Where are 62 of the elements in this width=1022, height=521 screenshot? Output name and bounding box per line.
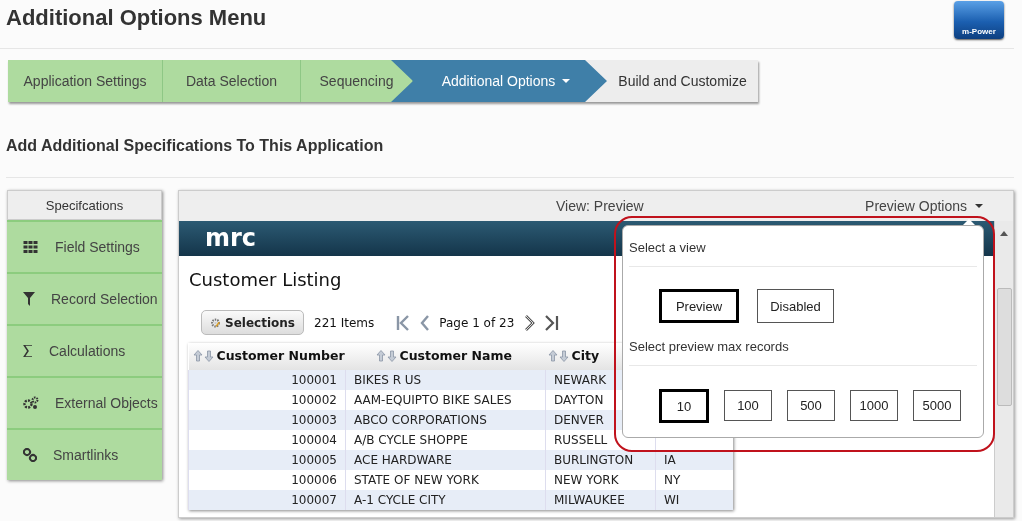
- table-cell: 100007: [188, 490, 346, 510]
- sidebar-item[interactable]: External Objects: [7, 376, 162, 428]
- wizard-step[interactable]: Data Selection: [163, 60, 301, 102]
- record-limit-option[interactable]: 500: [787, 390, 835, 421]
- table-cell: A-1 CYCLE CITY: [345, 490, 546, 510]
- selections-button[interactable]: Selections: [201, 310, 304, 335]
- table-cell: BIKES R US: [345, 370, 546, 390]
- sidebar-item[interactable]: Field Settings: [7, 220, 162, 272]
- sigma-icon: [23, 345, 33, 357]
- sidebar-item-label: Calculations: [49, 343, 126, 359]
- popup-heading: Select a view: [629, 240, 707, 255]
- grid-icon: [23, 241, 39, 253]
- link-icon: [23, 448, 37, 462]
- table-cell: 100001: [188, 370, 346, 390]
- filter-icon: [23, 292, 35, 306]
- record-limit-option[interactable]: 1000: [850, 390, 898, 421]
- table-cell: ACE HARDWARE: [345, 450, 546, 470]
- sort-arrows-icon[interactable]: [192, 349, 215, 362]
- sidebar-item-label: Record Selection: [51, 291, 158, 307]
- sort-arrows-icon[interactable]: [547, 349, 570, 362]
- view-option[interactable]: Disabled: [757, 289, 834, 323]
- app-logo-text: mrc: [205, 223, 257, 253]
- table-cell: 100005: [188, 450, 346, 470]
- sort-arrows-icon[interactable]: [375, 349, 398, 362]
- first-page-icon[interactable]: [396, 314, 411, 331]
- caret-icon: [975, 204, 983, 208]
- sidebar-item-label: Field Settings: [55, 239, 140, 255]
- table-cell: ABCO CORPORATIONS: [345, 410, 546, 430]
- page-indicator: Page 1 of 23: [439, 315, 515, 330]
- record-limit-option[interactable]: 10: [659, 389, 709, 423]
- scroll-up-icon[interactable]: [1000, 231, 1008, 236]
- next-page-icon[interactable]: [524, 314, 536, 331]
- page-title: Additional Options Menu: [6, 5, 267, 31]
- sidebar-item[interactable]: Calculations: [7, 324, 162, 376]
- scrollbar[interactable]: [994, 221, 1013, 517]
- table-cell: WI: [655, 490, 733, 510]
- popup-heading: Select preview max records: [629, 339, 790, 354]
- sidebar-item-label: External Objects: [55, 395, 158, 411]
- sidebar-item-label: Smartlinks: [53, 447, 119, 463]
- view-label: View: Preview: [556, 198, 644, 214]
- app-logo: m-Power: [954, 1, 1004, 39]
- item-count: 221 Items: [314, 315, 375, 330]
- wizard-step[interactable]: Build and Customize: [585, 60, 758, 102]
- listing-title: Customer Listing: [189, 269, 343, 290]
- table-cell: IA: [655, 450, 733, 470]
- sidebar-item[interactable]: Record Selection: [7, 272, 162, 324]
- preview-options-menu[interactable]: Preview Options: [865, 198, 983, 214]
- table-cell: MILWAUKEE: [545, 490, 656, 510]
- sidebar-header: Specifcations: [7, 190, 162, 220]
- table-cell: 100003: [188, 410, 346, 430]
- wizard-step[interactable]: Application Settings: [8, 60, 163, 102]
- wizard-step[interactable]: Sequencing: [301, 60, 413, 102]
- previous-page-icon[interactable]: [420, 314, 430, 331]
- record-limit-option[interactable]: 100: [724, 390, 772, 421]
- caret-icon: [562, 79, 571, 83]
- last-page-icon[interactable]: [545, 314, 561, 331]
- view-option[interactable]: Preview: [659, 289, 739, 323]
- record-limit-option[interactable]: 5000: [913, 390, 961, 421]
- sidebar-item[interactable]: Smartlinks: [7, 428, 162, 480]
- section-title: Add Additional Specifications To This Application: [6, 137, 385, 155]
- table-cell: BURLINGTON: [545, 450, 656, 470]
- gears-icon: [23, 396, 39, 410]
